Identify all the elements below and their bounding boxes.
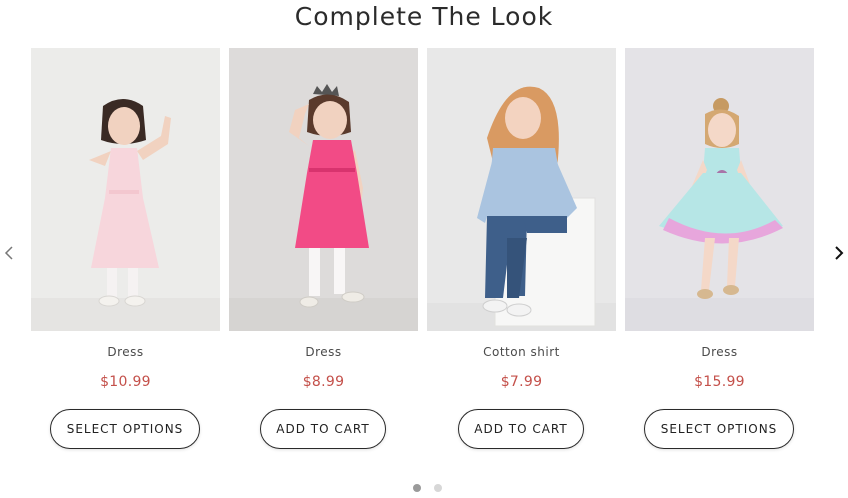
product-card: Cotton shirt $7.99 ADD TO CART bbox=[427, 48, 616, 458]
section-title: Complete The Look bbox=[294, 2, 554, 31]
add-to-cart-button[interactable]: ADD TO CART bbox=[260, 409, 386, 449]
product-card: Dress $8.99 ADD TO CART bbox=[229, 48, 418, 458]
girl-in-hot-pink-dress-with-tiara-image bbox=[229, 48, 418, 331]
chevron-right-icon bbox=[835, 246, 844, 260]
product-image[interactable] bbox=[625, 48, 814, 331]
carousel-prev-button[interactable] bbox=[0, 240, 18, 266]
product-name[interactable]: Dress bbox=[625, 345, 814, 359]
carousel-pagination bbox=[0, 484, 848, 492]
product-image[interactable] bbox=[229, 48, 418, 331]
carousel-next-button[interactable] bbox=[830, 240, 848, 266]
product-price: $8.99 bbox=[302, 374, 345, 390]
product-card: Dress $15.99 SELECT OPTIONS bbox=[625, 48, 814, 458]
add-to-cart-button[interactable]: ADD TO CART bbox=[458, 409, 584, 449]
product-price: $10.99 bbox=[100, 374, 151, 390]
complete-the-look-section: Complete The Look Dress $10.99 SELECT OP… bbox=[0, 0, 848, 498]
product-image[interactable] bbox=[31, 48, 220, 331]
product-name[interactable]: Dress bbox=[31, 345, 220, 359]
product-name[interactable]: Dress bbox=[229, 345, 418, 359]
select-options-button[interactable]: SELECT OPTIONS bbox=[50, 409, 200, 449]
pagination-dot-2[interactable] bbox=[434, 484, 442, 492]
product-price: $7.99 bbox=[500, 374, 543, 390]
product-card: Dress $10.99 SELECT OPTIONS bbox=[31, 48, 220, 458]
product-image[interactable] bbox=[427, 48, 616, 331]
pagination-dot-1[interactable] bbox=[413, 484, 421, 492]
girl-in-pale-pink-dress-image bbox=[31, 48, 220, 331]
girl-in-denim-shirt-and-jeans-image bbox=[427, 48, 616, 331]
product-carousel: Dress $10.99 SELECT OPTIONS Dress $8.99 … bbox=[31, 48, 815, 458]
girl-in-mint-and-lilac-tulle-dress-image bbox=[625, 48, 814, 331]
select-options-button[interactable]: SELECT OPTIONS bbox=[644, 409, 794, 449]
product-name[interactable]: Cotton shirt bbox=[427, 345, 616, 359]
chevron-left-icon bbox=[4, 246, 13, 260]
product-price: $15.99 bbox=[694, 374, 745, 390]
